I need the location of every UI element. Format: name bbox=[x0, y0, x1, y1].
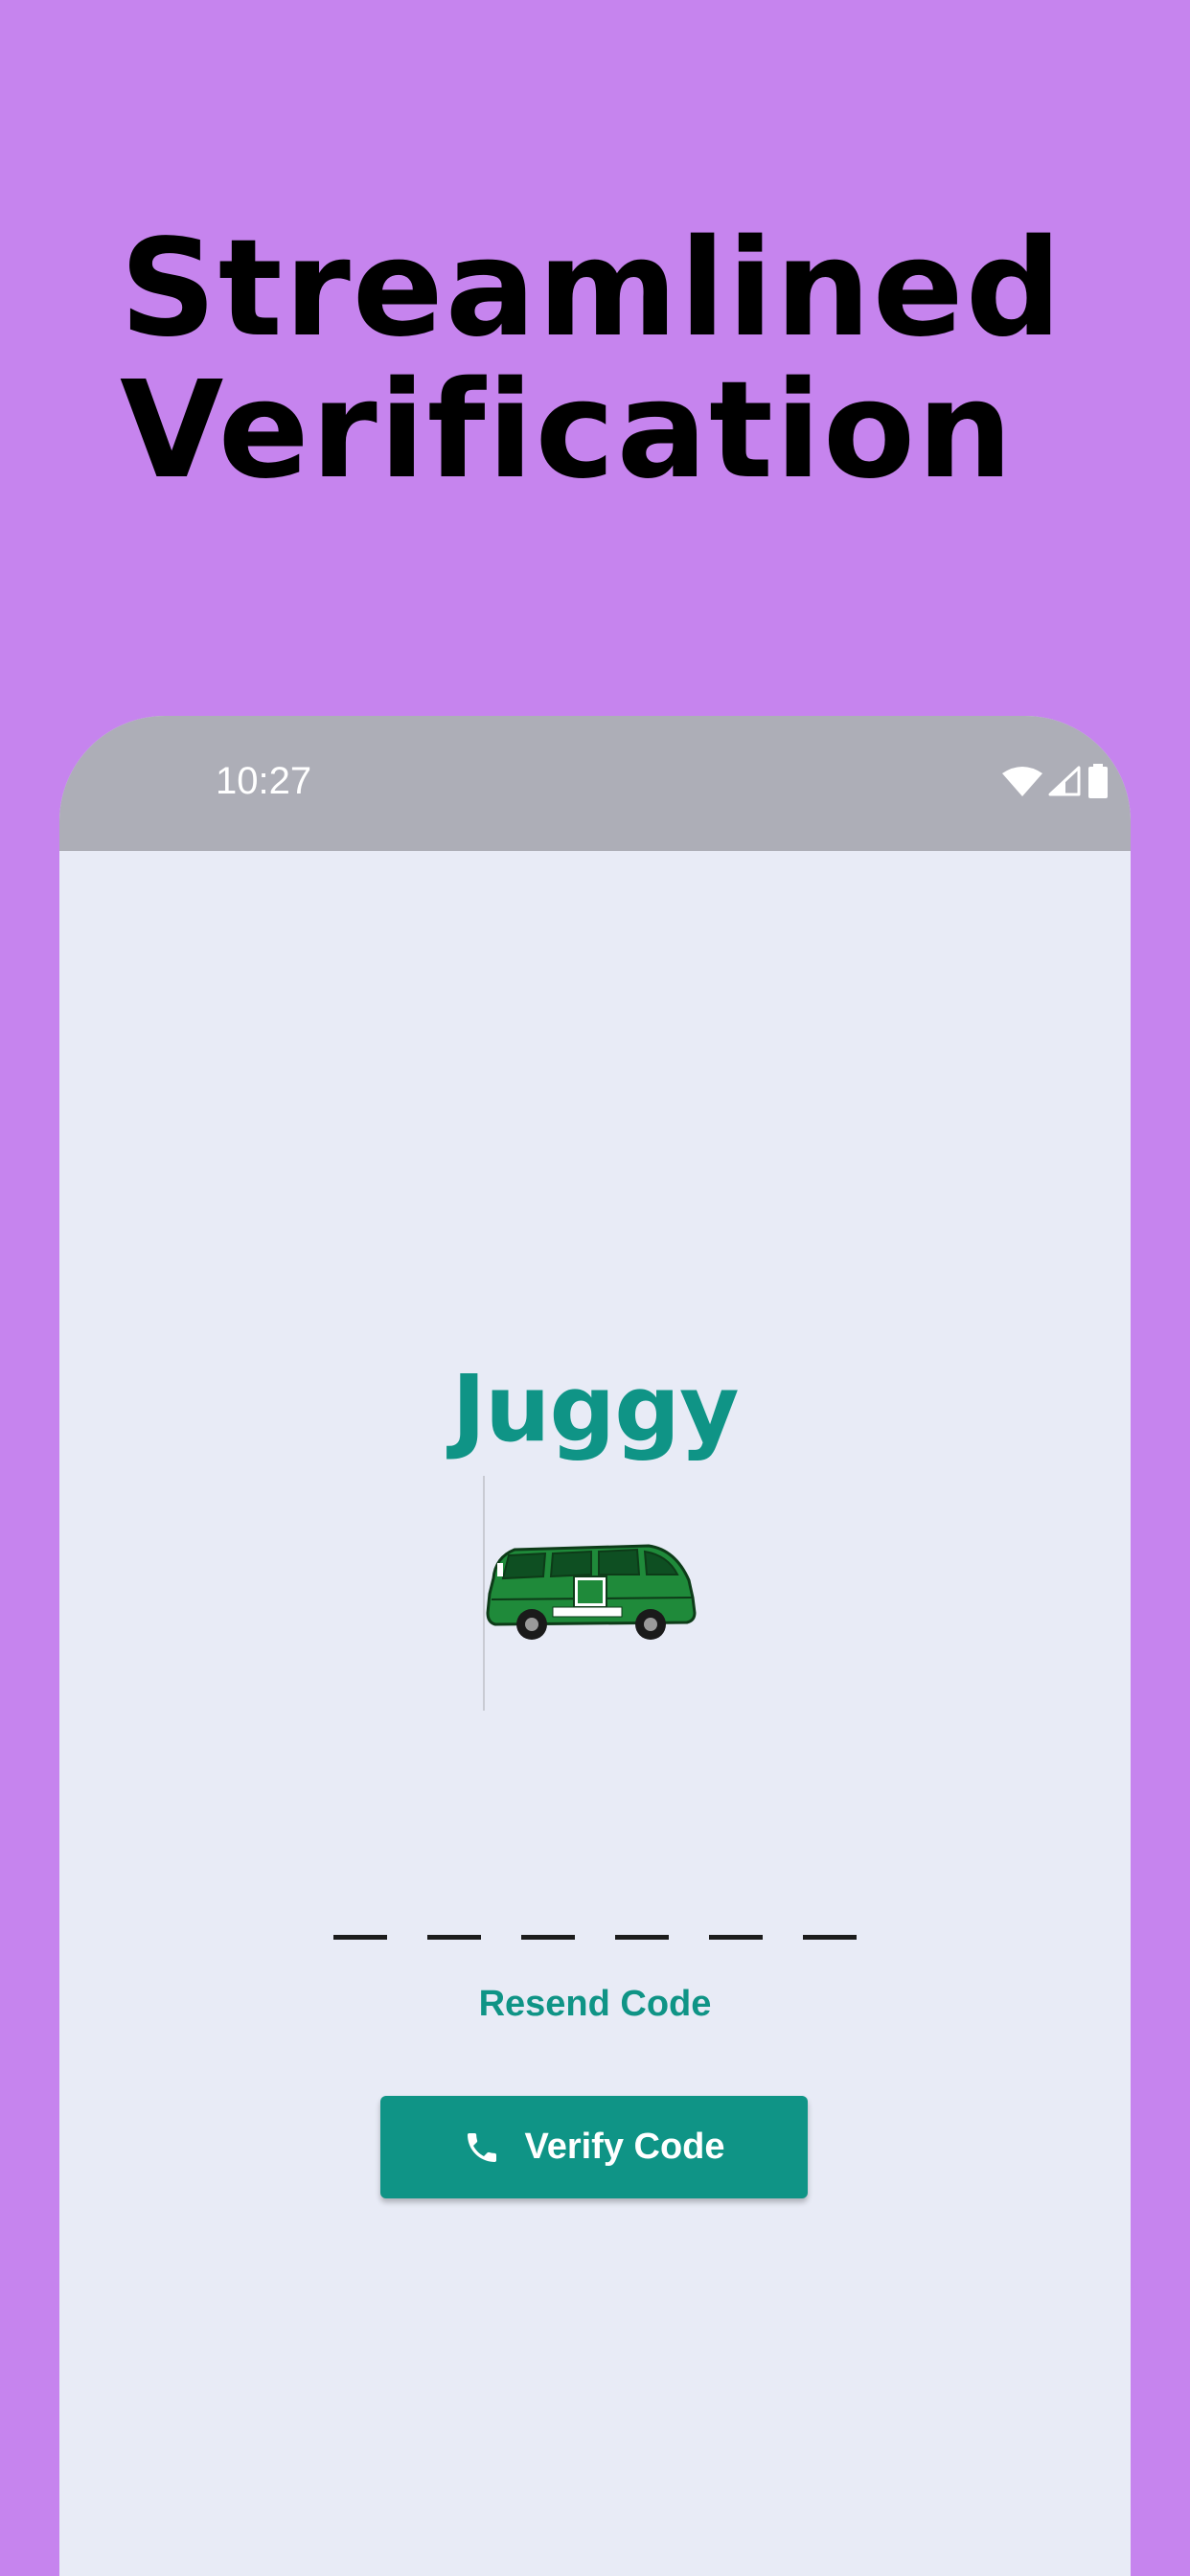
otp-slot[interactable] bbox=[709, 1935, 763, 1940]
otp-slot[interactable] bbox=[427, 1935, 481, 1940]
battery-icon bbox=[1088, 764, 1108, 798]
text-cursor bbox=[483, 1476, 485, 1711]
phone-icon bbox=[468, 2132, 497, 2162]
promo-headline: Streamlined Verification bbox=[120, 218, 1064, 502]
headline-line-1: Streamlined bbox=[120, 211, 1064, 367]
van-logo-icon bbox=[486, 1544, 697, 1640]
wifi-icon bbox=[1002, 767, 1042, 796]
otp-slot[interactable] bbox=[615, 1935, 669, 1940]
otp-slot[interactable] bbox=[521, 1935, 575, 1940]
cellular-signal-icon bbox=[1048, 766, 1081, 796]
phone-frame: 10:27 Juggy Resend Code Verify Code bbox=[59, 716, 1131, 2576]
status-icons bbox=[1002, 764, 1110, 798]
otp-slot[interactable] bbox=[803, 1935, 857, 1940]
resend-code-link[interactable]: Resend Code bbox=[59, 1984, 1131, 2025]
status-time: 10:27 bbox=[216, 760, 312, 802]
otp-code-input[interactable] bbox=[59, 1935, 1131, 1940]
headline-line-2: Verification bbox=[120, 353, 1015, 509]
status-bar: 10:27 bbox=[59, 716, 1131, 851]
otp-slot[interactable] bbox=[333, 1935, 387, 1940]
verify-code-button[interactable]: Verify Code bbox=[380, 2096, 808, 2198]
verify-code-label: Verify Code bbox=[524, 2127, 725, 2167]
app-title: Juggy bbox=[451, 1355, 739, 1462]
